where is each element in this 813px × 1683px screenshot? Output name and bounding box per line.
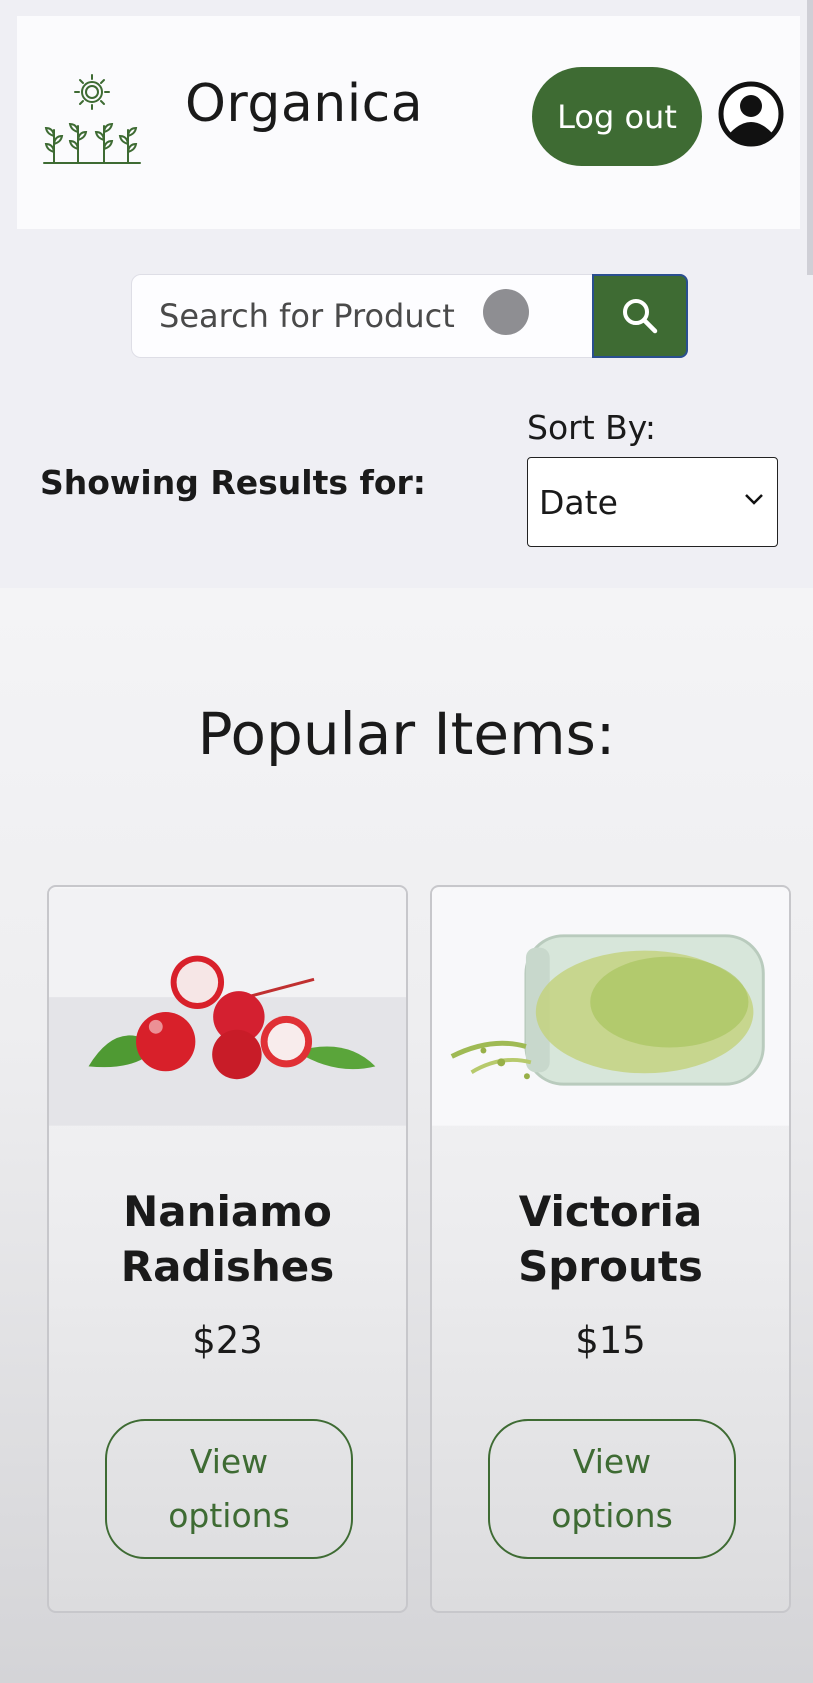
product-price: $15: [575, 1319, 646, 1362]
touch-cursor-indicator: [483, 289, 529, 335]
sort-selected-value: Date: [539, 482, 618, 522]
product-card: Victoria Sprouts $15 View options: [430, 885, 791, 1613]
sort-label: Sort By:: [527, 408, 657, 447]
view-options-button[interactable]: View options: [488, 1419, 736, 1559]
product-name: Victoria Sprouts: [518, 1187, 703, 1291]
popular-section: Popular Items: Naniamo Radishes $23 View…: [0, 588, 813, 1683]
sprouts-jar-photo: [432, 888, 789, 1126]
user-circle-icon[interactable]: [717, 80, 785, 148]
chevron-down-icon: [745, 494, 763, 505]
product-card: Naniamo Radishes $23 View options: [47, 885, 408, 1613]
page-scrollbar[interactable]: [807, 0, 813, 275]
sort-select[interactable]: Date: [527, 457, 778, 547]
search-icon: [623, 299, 658, 334]
view-options-button[interactable]: View options: [105, 1419, 353, 1559]
product-name: Naniamo Radishes: [120, 1187, 335, 1291]
app-title: Organica: [185, 74, 424, 134]
sprout-sun-icon: [43, 74, 141, 164]
radishes-photo: [49, 888, 406, 1126]
logout-button[interactable]: Log out: [532, 67, 702, 166]
section-title: Popular Items:: [197, 700, 616, 768]
results-label: Showing Results for:: [40, 463, 426, 502]
product-price: $23: [192, 1319, 263, 1362]
search-button[interactable]: [592, 274, 688, 358]
